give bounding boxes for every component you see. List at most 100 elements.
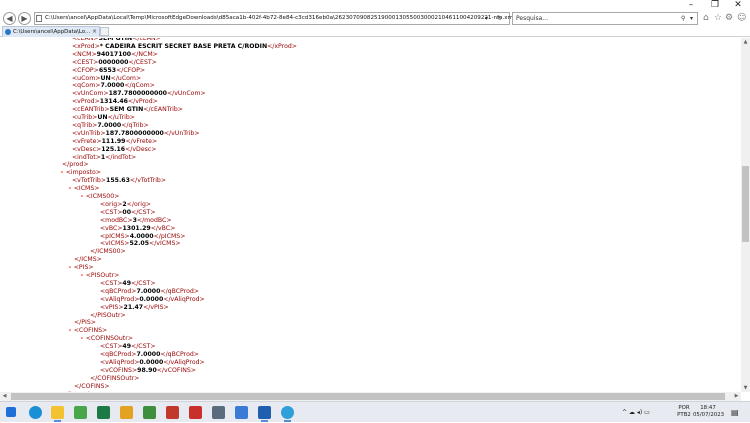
scroll-right-arrow-icon[interactable]: ▶ [732, 392, 741, 401]
search-dropdown-icon[interactable]: ▾ [690, 13, 693, 24]
xml-line: <vAliqProd>0.0000</vAliqProd> [100, 359, 205, 367]
xml-line: <vDesc>125.16</vDesc> [72, 146, 156, 154]
collapse-toggle[interactable]: - [80, 335, 84, 342]
refresh-icon[interactable]: ↻ [497, 13, 502, 24]
internet-explorer-icon[interactable] [281, 406, 294, 422]
paint-icon[interactable] [74, 406, 87, 419]
xml-line: <uCom>UN</uCom> [72, 75, 141, 83]
xml-open-tag: </COFINS> [74, 382, 110, 390]
language-indicator[interactable]: POR PTB2 [676, 405, 692, 419]
xml-line: <vAliqProd>0.0000</vAliqProd> [100, 296, 205, 304]
xml-open-tag: <cEANTrib> [72, 106, 110, 114]
xml-close-tag: </NCM> [131, 50, 158, 58]
xml-line[interactable]: - <PISOutr> [80, 272, 119, 280]
xml-line: <vProd>1314.46</vProd> [72, 98, 158, 106]
vertical-scroll-thumb[interactable] [742, 166, 749, 242]
collapse-toggle[interactable]: - [68, 327, 72, 334]
xml-open-tag: <PIS> [73, 264, 94, 272]
xml-line: <indTot>1</indTot> [72, 154, 136, 162]
xml-line: <vUnCom>187.7800000000</vUnCom> [72, 90, 206, 98]
xml-line: </ICMS> [74, 256, 102, 264]
teamviewer-icon[interactable] [258, 406, 271, 422]
page-icon [36, 15, 42, 22]
system-tray-icons[interactable]: ^ ☁ ◂) ▭ [622, 402, 650, 423]
tab-close-icon[interactable]: × [92, 27, 97, 37]
scroll-left-arrow-icon[interactable]: ◀ [0, 392, 9, 401]
windows-start-icon[interactable] [6, 407, 16, 417]
notification-icon[interactable]: ▤ [731, 402, 739, 423]
notepad-icon[interactable] [143, 406, 156, 419]
xml-line: <qCom>7.0000</qCom> [72, 82, 155, 90]
filezilla-icon[interactable] [189, 406, 202, 419]
xml-open-tag: </ICMS00> [90, 248, 126, 256]
gear-icon[interactable]: ⚙ [725, 12, 733, 24]
maximize-button[interactable]: ❐ [704, 0, 726, 11]
xml-value: 00 [122, 208, 132, 216]
collapse-toggle[interactable]: - [68, 264, 72, 271]
star-icon[interactable]: ☆ [714, 12, 722, 24]
xml-line: </PISOutr> [90, 312, 126, 320]
back-button[interactable]: ◀ [3, 12, 16, 25]
xml-value: 7.0000 [100, 82, 125, 90]
xml-line: <cEANTrib>SEM GTIN</cEANTrib> [72, 106, 183, 114]
xml-line[interactable]: - <COFINS> [68, 327, 107, 335]
xml-open-tag: </ICMS> [74, 256, 102, 264]
xml-line: <qBCProd>7.0000</qBCProd> [100, 351, 199, 359]
file-explorer-icon[interactable] [51, 406, 64, 422]
xml-open-tag: <pICMS> [100, 232, 130, 240]
xml-open-tag: <vBC> [100, 224, 123, 232]
puzzle-app-icon[interactable] [166, 406, 179, 419]
xml-open-tag: <qBCProd> [100, 351, 137, 358]
collapse-toggle[interactable]: - [60, 169, 64, 176]
xml-open-tag: <vICMS> [100, 240, 130, 248]
xml-close-tag: </CEST> [128, 58, 157, 66]
language-code: POR [678, 405, 690, 411]
excel-icon[interactable] [97, 406, 110, 419]
xml-value: 125.16 [101, 145, 126, 153]
xml-line[interactable]: - <ICMS> [68, 185, 99, 193]
xml-line[interactable]: - <ICMS00> [80, 193, 119, 201]
close-button[interactable]: ✕ [727, 0, 749, 11]
xml-open-tag: <modBC> [100, 216, 133, 224]
new-tab-button[interactable] [100, 27, 109, 36]
address-dropdown-icon[interactable]: ▾ [485, 13, 488, 24]
xml-value: 98.90 [137, 366, 157, 374]
xml-close-tag: </vBC> [150, 224, 176, 232]
xml-line[interactable]: - <PIS> [68, 264, 94, 272]
xml-line: </COFINS> [74, 383, 110, 391]
xml-line[interactable]: - <imposto> [60, 169, 101, 177]
minimize-button[interactable]: – [680, 0, 702, 11]
vertical-scrollbar[interactable]: ▲ ▼ [741, 38, 750, 392]
collapse-toggle[interactable]: - [80, 193, 84, 200]
collapse-toggle[interactable]: - [80, 272, 84, 279]
xml-close-tag: </pICMS> [153, 232, 186, 240]
search-input[interactable]: Pesquisa... [516, 13, 548, 24]
xml-open-tag: </COFINSOutr> [90, 374, 140, 382]
forward-button[interactable]: ▶ [18, 12, 31, 25]
xml-close-tag: </CST> [131, 343, 156, 351]
xml-close-tag: </vUnTrib> [163, 129, 200, 137]
clock[interactable]: 18:47 05/07/2023 [693, 405, 724, 419]
collapse-toggle[interactable]: - [68, 185, 72, 192]
scroll-up-arrow-icon[interactable]: ▲ [741, 38, 750, 46]
xml-line: <CEST>0000000</CEST> [72, 59, 157, 67]
horizontal-scrollbar[interactable]: ◀ ▶ [0, 392, 741, 401]
xml-open-tag: <CEST> [72, 58, 99, 66]
search-box[interactable]: Pesquisa... ⚲ ▾ [512, 12, 698, 25]
tab-xml-file[interactable]: C:\Users\ancel\AppData\Lo... × [2, 26, 100, 37]
xml-line: </PIS> [74, 319, 96, 327]
address-bar[interactable]: C:\Users\ancel\AppData\Local\Temp\Micros… [34, 12, 515, 25]
scroll-down-arrow-icon[interactable]: ▼ [741, 384, 750, 392]
horizontal-scroll-thumb[interactable] [11, 393, 725, 400]
app-icon-yellow[interactable] [120, 406, 133, 419]
smiley-icon[interactable]: ☺ [737, 12, 746, 24]
xml-value: 7.0000 [97, 121, 122, 129]
home-icon[interactable]: ⌂ [703, 12, 709, 24]
search-icon[interactable]: ⚲ [681, 13, 685, 24]
edge-icon[interactable] [29, 406, 42, 419]
xml-line: <CST>49</CST> [100, 343, 156, 351]
calculator-icon[interactable] [212, 406, 225, 419]
app-icon-blue[interactable] [235, 406, 248, 419]
xml-line[interactable]: - <COFINSOutr> [80, 335, 133, 343]
xml-line: <vFrete>111.99</vFrete> [72, 138, 157, 146]
